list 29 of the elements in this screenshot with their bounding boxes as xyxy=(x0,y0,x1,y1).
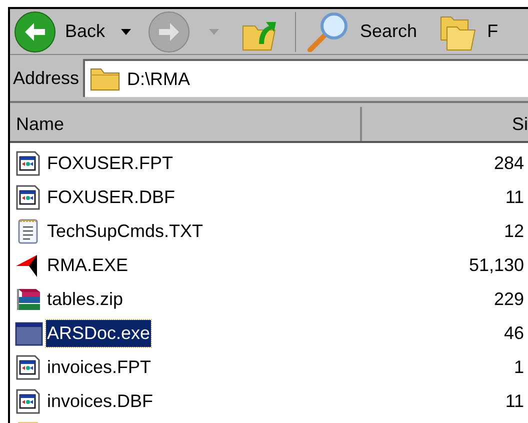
file-name[interactable]: RMA.EXE xyxy=(47,252,128,278)
file-name[interactable]: FOXUSER.DBF xyxy=(47,184,176,210)
file-size: 229 xyxy=(494,288,524,310)
file-size: 11 xyxy=(505,186,524,208)
folder-icon xyxy=(89,66,122,92)
folders-button[interactable]: F xyxy=(439,10,498,54)
file-size: 12 xyxy=(504,220,524,242)
file-size: 284 xyxy=(494,152,524,174)
database-file-icon xyxy=(15,353,43,381)
address-field[interactable]: D:\RMA xyxy=(83,59,528,97)
file-name[interactable]: FOXUSER.FPT xyxy=(47,150,174,176)
file-name[interactable]: TechSupCmds.TXT xyxy=(47,218,204,244)
database-file-icon xyxy=(15,387,43,415)
database-file-icon xyxy=(15,183,43,211)
dropdown-caret-icon[interactable] xyxy=(121,28,132,34)
search-button[interactable]: Search xyxy=(306,10,418,54)
file-name[interactable]: tables.zip xyxy=(47,286,124,312)
back-button[interactable]: Back xyxy=(13,10,106,54)
address-label: Address xyxy=(13,66,80,90)
file-size: 51,130 xyxy=(468,254,524,276)
file-name[interactable]: invoices.DBF xyxy=(47,388,154,414)
file-size: 1 xyxy=(514,356,524,378)
file-name[interactable]: ARSDoc.exe xyxy=(46,320,152,346)
column-header[interactable]: Name xyxy=(10,107,362,141)
database-file-icon xyxy=(15,149,43,177)
file-size: 11 xyxy=(505,390,524,412)
column-header[interactable]: Si xyxy=(362,107,528,141)
file-size: 46 xyxy=(504,322,524,344)
file-name[interactable]: invoices.FPT xyxy=(47,354,152,380)
